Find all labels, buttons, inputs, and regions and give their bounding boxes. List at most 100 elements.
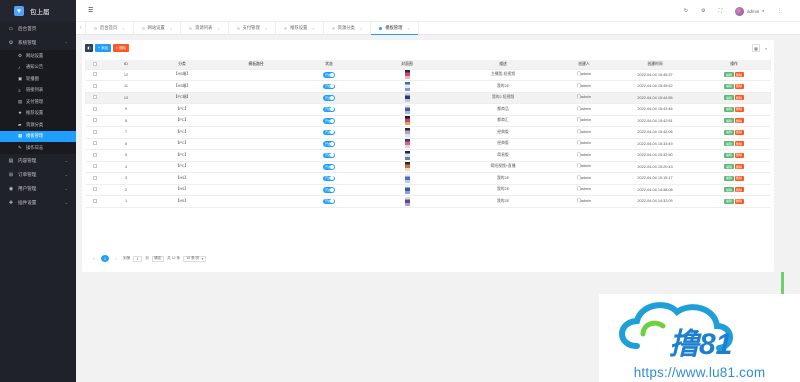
sidebar-item[interactable]: ✚ 插件设置 ⌄ — [0, 196, 76, 210]
sidebar-subitem[interactable]: ♪ 通知公告 — [0, 62, 76, 74]
current-page[interactable]: 1 — [101, 255, 109, 262]
cover-thumbnail[interactable] — [404, 93, 410, 103]
delete-row-button[interactable]: 删除 — [734, 83, 744, 89]
delete-row-button[interactable]: 删除 — [734, 129, 744, 135]
delete-row-button[interactable]: 删除 — [734, 164, 744, 170]
delete-row-button[interactable]: 删除 — [734, 118, 744, 124]
sidebar-subitem[interactable]: ≡ 链接列表 — [0, 85, 76, 97]
add-button[interactable]: + 添加 — [95, 44, 112, 52]
checkbox[interactable] — [93, 106, 97, 111]
delete-row-button[interactable]: 删除 — [734, 106, 744, 112]
edit-button[interactable]: 编辑 — [724, 198, 734, 204]
edit-button[interactable]: 编辑 — [724, 118, 734, 124]
status-toggle[interactable]: 开启 — [323, 118, 335, 124]
checkbox[interactable] — [93, 141, 97, 146]
delete-row-button[interactable]: 删除 — [734, 152, 744, 158]
delete-row-button[interactable]: 删除 — [734, 187, 744, 193]
close-icon[interactable]: × — [122, 26, 124, 31]
status-toggle[interactable]: 开启 — [323, 152, 335, 158]
checkbox[interactable] — [93, 95, 97, 100]
edit-button[interactable]: 编辑 — [724, 83, 734, 89]
status-toggle[interactable]: 开启 — [323, 83, 335, 89]
sidebar-subitem[interactable]: ▰ 资源分类 — [0, 119, 76, 131]
sidebar-subitem[interactable]: ▣ 轮播图 — [0, 73, 76, 85]
brand[interactable]: ♥ 包上届 — [0, 0, 76, 22]
cover-thumbnail[interactable] — [404, 162, 410, 172]
row-checkbox-cell[interactable] — [85, 80, 105, 93]
cover-thumbnail[interactable] — [404, 127, 410, 137]
tab[interactable]: 后台首页 × — [86, 22, 134, 34]
row-checkbox-cell[interactable] — [85, 92, 105, 104]
row-checkbox-cell[interactable] — [85, 103, 105, 116]
tab[interactable]: 支付管理 × — [229, 22, 277, 34]
close-icon[interactable]: × — [312, 26, 314, 31]
delete-row-button[interactable]: 删除 — [734, 175, 744, 181]
checkbox[interactable] — [93, 118, 97, 123]
sidebar-item[interactable]: ⊞ 订单管理 ⌄ — [0, 168, 76, 182]
status-toggle[interactable]: 开启 — [323, 164, 335, 170]
row-checkbox-cell[interactable] — [85, 161, 105, 173]
checkbox[interactable] — [93, 72, 97, 77]
next-page-button[interactable]: › — [112, 255, 120, 262]
close-icon[interactable]: × — [407, 26, 409, 31]
sidebar-subitem[interactable]: ✎ 操作日志 — [0, 142, 76, 154]
checkbox[interactable] — [93, 83, 97, 88]
status-toggle[interactable]: 开启 — [323, 72, 335, 78]
edit-button[interactable]: 编辑 — [724, 152, 734, 158]
cover-thumbnail[interactable] — [404, 116, 410, 126]
cover-thumbnail[interactable] — [404, 139, 410, 149]
checkbox[interactable] — [93, 61, 97, 66]
row-checkbox-cell[interactable] — [85, 184, 105, 196]
status-toggle[interactable]: 开启 — [323, 187, 335, 193]
cover-thumbnail[interactable] — [404, 81, 410, 91]
tab[interactable]: 模板管理 × — [371, 22, 419, 35]
checkbox[interactable] — [93, 187, 97, 192]
delete-row-button[interactable]: 删除 — [734, 141, 744, 147]
sidebar-subitem[interactable]: ▤ 支付管理 — [0, 96, 76, 108]
cover-thumbnail[interactable] — [404, 173, 410, 183]
status-toggle[interactable]: 开启 — [323, 129, 335, 135]
cover-thumbnail[interactable] — [404, 185, 410, 195]
edit-button[interactable]: 编辑 — [724, 164, 734, 170]
cover-thumbnail[interactable] — [404, 150, 410, 160]
select-all-checkbox[interactable] — [85, 60, 105, 70]
edit-button[interactable]: 编辑 — [724, 129, 734, 135]
row-checkbox-cell[interactable] — [85, 138, 105, 150]
close-icon[interactable]: × — [265, 26, 267, 31]
checkbox[interactable] — [93, 175, 97, 180]
tab[interactable]: 推荐设置 × — [276, 22, 324, 34]
checkbox[interactable] — [93, 129, 97, 134]
tab[interactable]: 网站设置 × — [134, 22, 182, 34]
tab[interactable]: 资源分类 × — [324, 22, 372, 34]
row-checkbox-cell[interactable] — [85, 149, 105, 162]
settings-icon[interactable]: ⚙ — [701, 8, 705, 14]
checkbox[interactable] — [93, 164, 97, 169]
row-checkbox-cell[interactable] — [85, 126, 105, 139]
sidebar-subitem[interactable]: ▦ 模板管理 — [0, 130, 76, 142]
checkbox[interactable] — [93, 152, 97, 157]
sidebar-item[interactable]: ◉ 用户管理 ⌄ — [0, 182, 76, 196]
edit-button[interactable]: 编辑 — [724, 106, 734, 112]
edit-button[interactable]: 编辑 — [724, 187, 734, 193]
edit-button[interactable]: 编辑 — [724, 72, 734, 78]
delete-button[interactable]: × 删除 — [113, 44, 130, 52]
sidebar-item[interactable]: ▭ 后台首页 — [0, 22, 76, 36]
row-checkbox-cell[interactable] — [85, 69, 105, 81]
status-toggle[interactable]: 开启 — [323, 106, 335, 112]
sidebar-subitem[interactable]: ★ 推荐设置 — [0, 108, 76, 120]
edit-button[interactable]: 编辑 — [724, 95, 734, 101]
status-toggle[interactable]: 开启 — [323, 141, 335, 147]
row-checkbox-cell[interactable] — [85, 195, 105, 208]
columns-icon[interactable]: ▦ — [752, 44, 760, 52]
cover-thumbnail[interactable] — [404, 196, 410, 206]
prev-page-button[interactable]: ‹ — [90, 255, 98, 262]
delete-row-button[interactable]: 删除 — [734, 198, 744, 204]
refresh-icon[interactable]: ↻ — [684, 8, 688, 14]
status-toggle[interactable]: 开启 — [323, 95, 335, 101]
search-icon[interactable]: ⌕ — [762, 44, 770, 52]
tab[interactable]: 资源列表 × — [181, 22, 229, 34]
cover-thumbnail[interactable] — [404, 104, 410, 114]
page-size-select[interactable]: 10 条/页 ▾ — [183, 255, 207, 262]
edit-button[interactable]: 编辑 — [724, 175, 734, 181]
sidebar-item[interactable]: ▤ 内容管理 ⌄ — [0, 154, 76, 168]
